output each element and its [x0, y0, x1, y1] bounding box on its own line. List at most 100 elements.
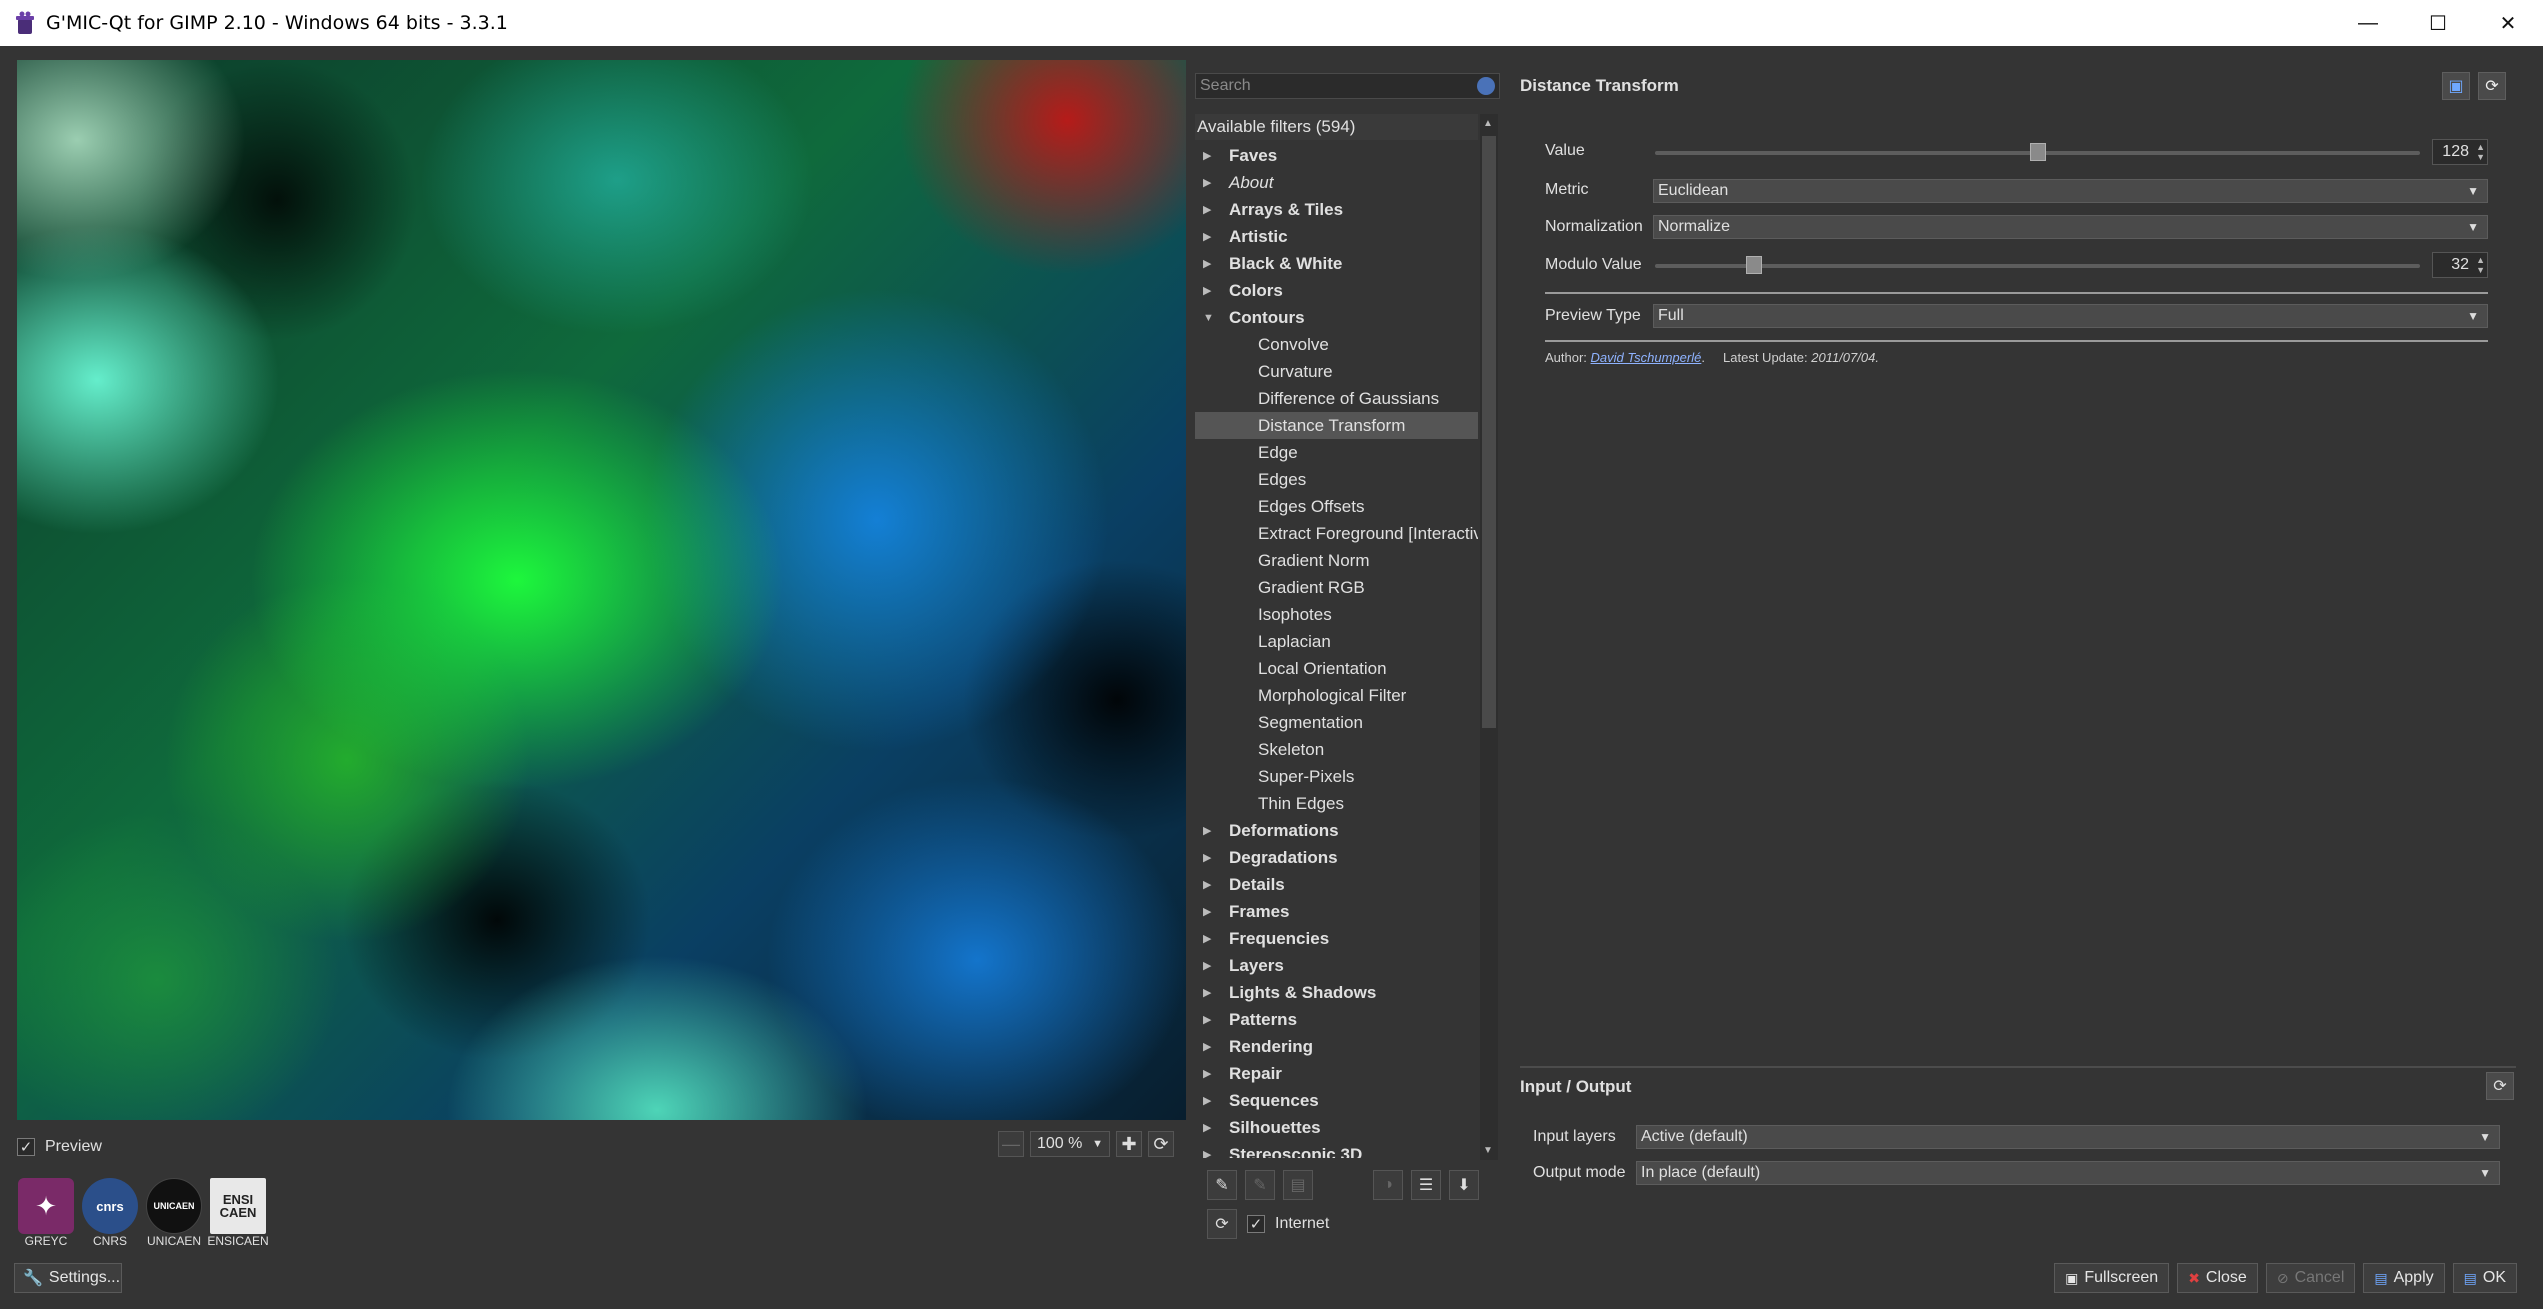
cancel-button[interactable]: ⊘ Cancel [2265, 1263, 2356, 1293]
chevron-right-icon[interactable]: ▶ [1203, 986, 1217, 999]
filter-item[interactable]: Difference of Gaussians [1195, 385, 1478, 412]
chevron-right-icon[interactable]: ▶ [1203, 851, 1217, 864]
input-layers-select[interactable]: Active (default) ▼ [1636, 1125, 2500, 1149]
apply-button[interactable]: ▤ Apply [2363, 1263, 2445, 1293]
filter-folder[interactable]: ▶ Lights & Shadows [1195, 979, 1478, 1006]
spin-down-icon[interactable]: ▼ [2476, 152, 2485, 162]
spin-up-icon[interactable]: ▲ [2476, 255, 2485, 265]
filter-folder[interactable]: ▶ Patterns [1195, 1006, 1478, 1033]
metric-select[interactable]: Euclidean ▼ [1653, 179, 2488, 203]
filter-folder[interactable]: ▶ Repair [1195, 1060, 1478, 1087]
close-button[interactable]: ✖ Close [2177, 1263, 2258, 1293]
chevron-right-icon[interactable]: ▶ [1203, 878, 1217, 891]
filter-item[interactable]: Skeleton [1195, 736, 1478, 763]
filters-header[interactable]: Available filters (594) [1195, 114, 1478, 140]
chevron-right-icon[interactable]: ▶ [1203, 1067, 1217, 1080]
logo-ensicaen[interactable]: ENSI CAEN ENSICAEN [207, 1178, 269, 1248]
copy-to-clipboard-button[interactable]: ▣ [2442, 72, 2470, 100]
filter-folder[interactable]: ▶ Silhouettes [1195, 1114, 1478, 1141]
search-input[interactable]: Search [1195, 73, 1500, 99]
filter-item[interactable]: Edge [1195, 439, 1478, 466]
maximize-button[interactable]: ☐ [2403, 0, 2473, 46]
reset-params-button[interactable]: ⟳ [2478, 72, 2506, 100]
value-spinbox[interactable]: 128 ▲ ▼ [2432, 139, 2488, 165]
spin-up-icon[interactable]: ▲ [2476, 142, 2485, 152]
chevron-right-icon[interactable]: ▶ [1203, 1040, 1217, 1053]
filter-folder[interactable]: ▶ Degradations [1195, 844, 1478, 871]
modulo-slider[interactable] [1655, 264, 2420, 268]
chevron-right-icon[interactable]: ▶ [1203, 1013, 1217, 1026]
filter-item[interactable]: Convolve [1195, 331, 1478, 358]
filter-folder[interactable]: ▶ Rendering [1195, 1033, 1478, 1060]
filter-item[interactable]: Segmentation [1195, 709, 1478, 736]
logo-cnrs[interactable]: cnrs CNRS [81, 1178, 139, 1248]
filter-folder[interactable]: ▶ Arrays & Tiles [1195, 196, 1478, 223]
normalization-select[interactable]: Normalize ▼ [1653, 215, 2488, 239]
zoom-in-button[interactable]: ✚ [1116, 1131, 1142, 1157]
filter-folder[interactable]: ▶ Frames [1195, 898, 1478, 925]
chevron-right-icon[interactable]: ▶ [1203, 1148, 1217, 1158]
chevron-right-icon[interactable]: ▶ [1203, 905, 1217, 918]
logo-greyc[interactable]: ✦ GREYC [17, 1178, 75, 1248]
chevron-down-icon[interactable]: ▼ [1203, 312, 1217, 324]
io-reset-button[interactable]: ⟳ [2486, 1072, 2514, 1100]
rename-fave-button[interactable]: ▤ [1283, 1170, 1313, 1200]
preview-type-select[interactable]: Full ▼ [1653, 304, 2488, 328]
chevron-right-icon[interactable]: ▶ [1203, 932, 1217, 945]
settings-button[interactable]: 🔧 Settings... [14, 1263, 122, 1293]
modulo-spinbox[interactable]: 32 ▲ ▼ [2432, 252, 2488, 278]
spin-down-icon[interactable]: ▼ [2476, 265, 2485, 275]
filter-item[interactable]: Extract Foreground [Interactive] [1195, 520, 1478, 547]
chevron-right-icon[interactable]: ▶ [1203, 1094, 1217, 1107]
filter-item[interactable]: Local Orientation [1195, 655, 1478, 682]
internet-checkbox[interactable]: ✓ [1247, 1215, 1265, 1233]
ok-button[interactable]: ▤ OK [2452, 1263, 2517, 1293]
chevron-right-icon[interactable]: ▶ [1203, 257, 1217, 270]
filter-folder[interactable]: ▶ Black & White [1195, 250, 1478, 277]
preview-checkbox[interactable]: ✓ [17, 1138, 35, 1156]
filter-item[interactable]: Morphological Filter [1195, 682, 1478, 709]
filter-item[interactable]: Edges Offsets [1195, 493, 1478, 520]
modulo-slider-handle[interactable] [1746, 256, 1763, 274]
author-link[interactable]: David Tschumperlé [1591, 350, 1702, 365]
preview-toggle[interactable]: ✓ Preview [17, 1138, 102, 1156]
panel-splitter[interactable] [1520, 1066, 2516, 1068]
refresh-filters-button[interactable]: ⟳ [1207, 1209, 1237, 1239]
chevron-right-icon[interactable]: ▶ [1203, 203, 1217, 216]
output-mode-select[interactable]: In place (default) ▼ [1636, 1161, 2500, 1185]
filter-item[interactable]: Super-Pixels [1195, 763, 1478, 790]
filter-folder[interactable]: ▶ Sequences [1195, 1087, 1478, 1114]
filter-folder[interactable]: ▼ Contours [1195, 304, 1478, 331]
chevron-right-icon[interactable]: ▶ [1203, 824, 1217, 837]
zoom-level-combo[interactable]: 100 % ▼ [1030, 1131, 1110, 1157]
remove-fave-button[interactable]: ✎ [1245, 1170, 1275, 1200]
add-fave-button[interactable]: ✎ [1207, 1170, 1237, 1200]
expand-collapse-button[interactable]: ⬇ [1449, 1170, 1479, 1200]
filter-folder[interactable]: ▶ Layers [1195, 952, 1478, 979]
filter-folder[interactable]: ▶ About [1195, 169, 1478, 196]
value-slider-handle[interactable] [2029, 143, 2046, 161]
filter-item[interactable]: Gradient Norm [1195, 547, 1478, 574]
minimize-button[interactable]: — [2333, 0, 2403, 46]
chevron-right-icon[interactable]: ▶ [1203, 284, 1217, 297]
chevron-right-icon[interactable]: ▶ [1203, 149, 1217, 162]
filter-folder[interactable]: ▶ Colors [1195, 277, 1478, 304]
filter-item[interactable]: Laplacian [1195, 628, 1478, 655]
select-filters-button[interactable]: ☰ [1411, 1170, 1441, 1200]
chevron-right-icon[interactable]: ▶ [1203, 176, 1217, 189]
scroll-down-icon[interactable]: ▼ [1483, 1145, 1493, 1156]
close-window-button[interactable]: ✕ [2473, 0, 2543, 46]
reset-zoom-button[interactable]: ⟳ [1148, 1131, 1174, 1157]
filter-item[interactable]: Curvature [1195, 358, 1478, 385]
filter-item[interactable]: Gradient RGB [1195, 574, 1478, 601]
filter-item[interactable]: Isophotes [1195, 601, 1478, 628]
filter-folder[interactable]: ▶ Details [1195, 871, 1478, 898]
search-icon[interactable] [1477, 77, 1495, 95]
logo-unicaen[interactable]: UNICAEN UNICAEN [145, 1178, 203, 1248]
scrollbar-thumb[interactable] [1482, 136, 1496, 728]
filter-folder[interactable]: ▶ Frequencies [1195, 925, 1478, 952]
filter-item[interactable]: Edges [1195, 466, 1478, 493]
scroll-up-icon[interactable]: ▲ [1483, 118, 1493, 129]
filter-item[interactable]: Distance Transform [1195, 412, 1478, 439]
filter-item[interactable]: Thin Edges [1195, 790, 1478, 817]
